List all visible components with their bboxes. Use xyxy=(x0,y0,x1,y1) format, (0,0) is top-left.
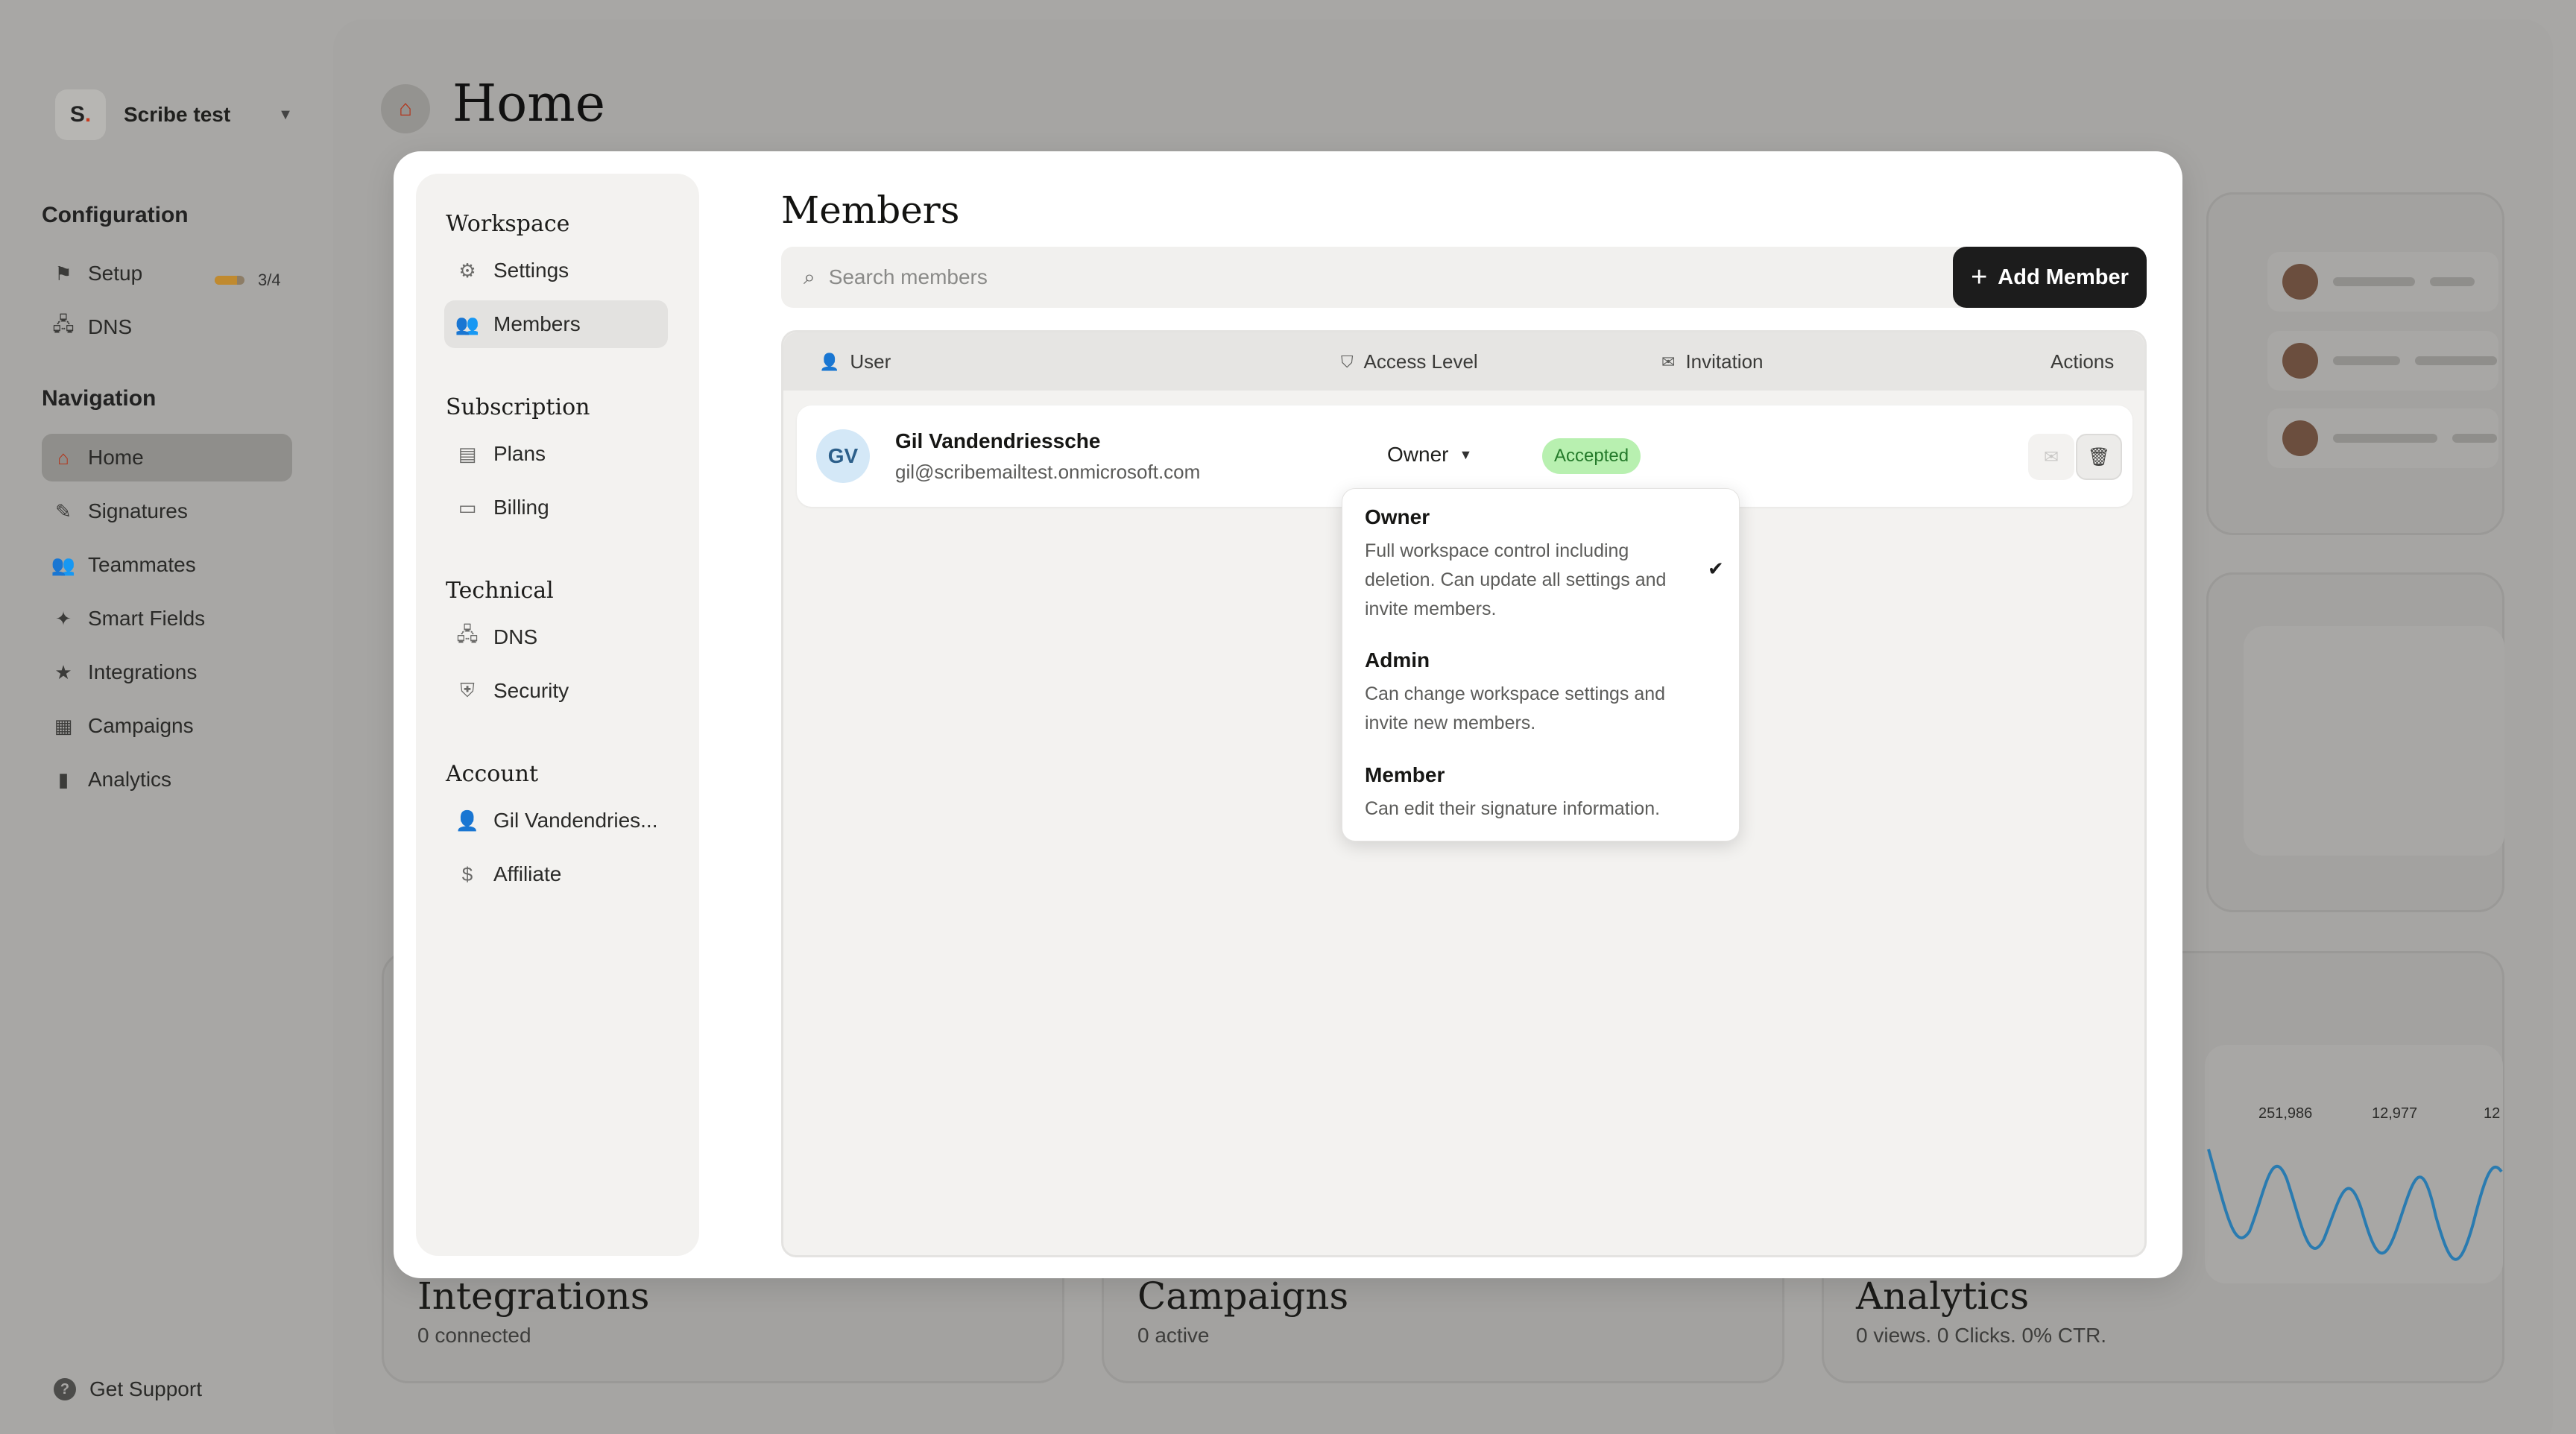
integrations-card-title: Integrations xyxy=(417,1275,650,1318)
column-actions: Actions xyxy=(2051,350,2115,373)
teammate-preview-row xyxy=(2267,331,2498,391)
chevron-down-icon: ▼ xyxy=(278,106,293,123)
dns-icon: 🖧 xyxy=(52,313,75,335)
document-icon: ▤ xyxy=(458,442,477,465)
sidebar-item-teammates[interactable]: 👥 Teammates xyxy=(42,541,292,589)
user-icon: 👤 xyxy=(819,352,840,371)
status-badge: Accepted xyxy=(1542,438,1641,474)
star-icon: ★ xyxy=(54,660,72,683)
page-title: Home xyxy=(452,75,605,133)
chevron-down-icon: ▼ xyxy=(1459,446,1473,462)
configuration-heading: Configuration xyxy=(42,203,189,227)
get-support-link[interactable]: ? Get Support xyxy=(54,1377,202,1401)
users-icon: 👥 xyxy=(51,553,76,576)
campaigns-card-sub: 0 active xyxy=(1137,1324,1210,1347)
role-option-member[interactable]: Member Can edit their signature informat… xyxy=(1365,763,1693,824)
affiliate-icon: $ xyxy=(461,862,473,885)
nav-section-subscription: Subscription xyxy=(446,394,590,420)
column-invitation: ✉ Invitation xyxy=(1661,350,1764,373)
sidebar-item-smart-fields[interactable]: ✦ Smart Fields xyxy=(42,595,292,642)
analytics-line-chart xyxy=(2207,1149,2503,1261)
shield-icon: ⛨ xyxy=(460,679,475,701)
sidebar-item-signatures[interactable]: ✎ Signatures xyxy=(42,487,292,535)
sidebar-item-integrations[interactable]: ★ Integrations xyxy=(42,648,292,696)
settings-nav-plans[interactable]: ▤ Plans xyxy=(444,430,668,478)
delete-member-button[interactable]: 🗑 xyxy=(2076,434,2122,480)
nav-section-workspace: Workspace xyxy=(446,211,570,237)
checkmark-icon: ✔ xyxy=(1708,558,1724,580)
member-email: gil@scribemailtest.onmicrosoft.com xyxy=(895,461,1201,483)
settings-nav-profile[interactable]: 👤 Gil Vandendries... xyxy=(444,797,668,844)
access-level-dropdown: Owner Full workspace control including d… xyxy=(1342,488,1740,841)
dns-icon: 🖧 xyxy=(456,623,479,645)
resend-invite-button[interactable]: ✉ xyxy=(2028,434,2074,480)
campaigns-card-title: Campaigns xyxy=(1137,1275,1349,1318)
setup-progress: 3/4 xyxy=(215,271,281,290)
settings-nav-affiliate[interactable]: $ Affiliate xyxy=(444,850,668,898)
settings-nav-security[interactable]: ⛨ Security xyxy=(444,667,668,715)
role-option-owner[interactable]: Owner Full workspace control including d… xyxy=(1365,505,1693,624)
pen-icon: ✎ xyxy=(55,499,72,522)
mail-icon: ✉ xyxy=(1661,352,1676,371)
sidebar-item-dns[interactable]: 🖧 DNS xyxy=(42,303,292,351)
role-option-admin[interactable]: Admin Can change workspace settings and … xyxy=(1365,648,1693,738)
avatar xyxy=(2282,264,2318,300)
search-icon: ⌕ xyxy=(804,265,815,288)
search-input[interactable] xyxy=(828,265,2021,289)
plus-icon: + xyxy=(1971,262,1988,293)
wand-icon: ✦ xyxy=(55,607,72,630)
analytics-stat-clicks: 12,977 xyxy=(2372,1105,2418,1122)
members-icon: 👥 xyxy=(455,312,480,335)
settings-nav-members[interactable]: 👥 Members xyxy=(444,300,668,348)
calendar-icon: ▦ xyxy=(54,714,73,737)
search-members: ⌕ xyxy=(781,247,2109,308)
help-icon: ? xyxy=(54,1378,76,1400)
sidebar-item-analytics[interactable]: ▮ Analytics xyxy=(42,756,292,803)
analytics-stat-other: 12 xyxy=(2484,1105,2501,1122)
gear-icon: ⚙ xyxy=(458,259,476,282)
settings-nav: Workspace ⚙ Settings 👥 Members Subscript… xyxy=(416,174,699,1256)
analytics-stat-views: 251,986 xyxy=(2258,1105,2313,1122)
nav-section-account: Account xyxy=(446,761,539,787)
smart-fields-flow-preview xyxy=(2244,626,2504,856)
navigation-heading: Navigation xyxy=(42,386,157,411)
user-icon: 👤 xyxy=(455,809,480,832)
table-header: 👤 User ⛉ Access Level ✉ Invitation Actio… xyxy=(783,332,2144,391)
workspace-name: Scribe test xyxy=(124,103,231,126)
avatar xyxy=(2282,420,2318,456)
trash-icon: 🗑 xyxy=(2087,446,2111,467)
settings-nav-settings[interactable]: ⚙ Settings xyxy=(444,247,668,294)
sidebar-item-campaigns[interactable]: ▦ Campaigns xyxy=(42,702,292,750)
workspace-logo: S. xyxy=(55,89,106,140)
members-title: Members xyxy=(781,189,960,232)
avatar: GV xyxy=(816,429,870,483)
teammate-preview-row xyxy=(2267,408,2498,468)
home-icon: ⌂ xyxy=(57,446,69,469)
settings-nav-dns[interactable]: 🖧 DNS xyxy=(444,613,668,661)
nav-section-technical: Technical xyxy=(446,578,554,604)
home-icon: ⌂ xyxy=(381,84,430,133)
analytics-card-title: Analytics xyxy=(1856,1275,2030,1318)
member-name: Gil Vandendriessche xyxy=(895,429,1101,452)
sidebar-item-home[interactable]: ⌂ Home xyxy=(42,434,292,481)
mail-icon: ✉ xyxy=(2043,446,2059,467)
flag-icon: ⚑ xyxy=(54,262,72,285)
setup-progress-bar xyxy=(215,276,244,285)
avatar xyxy=(2282,343,2318,379)
add-member-button[interactable]: + Add Member xyxy=(1953,247,2147,308)
settings-modal: Workspace ⚙ Settings 👥 Members Subscript… xyxy=(394,151,2182,1278)
access-level-icon: ⛉ xyxy=(1341,352,1354,371)
column-user: 👤 User xyxy=(819,350,891,373)
access-level-select[interactable]: Owner ▼ xyxy=(1387,443,1472,467)
billing-icon: ▭ xyxy=(458,496,477,519)
integrations-card-sub: 0 connected xyxy=(417,1324,531,1347)
chart-icon: ▮ xyxy=(57,768,69,791)
analytics-chart-preview xyxy=(2205,1045,2503,1283)
teammate-preview-row xyxy=(2267,252,2498,312)
app-sidebar: S. Scribe test ▼ Configuration ⚑ Setup 3… xyxy=(0,0,333,1434)
analytics-card-sub: 0 views. 0 Clicks. 0% CTR. xyxy=(1856,1324,2107,1347)
settings-nav-billing[interactable]: ▭ Billing xyxy=(444,484,668,531)
workspace-switcher[interactable]: S. Scribe test ▼ xyxy=(55,89,293,140)
column-access-level: ⛉ Access Level xyxy=(1341,350,1478,373)
